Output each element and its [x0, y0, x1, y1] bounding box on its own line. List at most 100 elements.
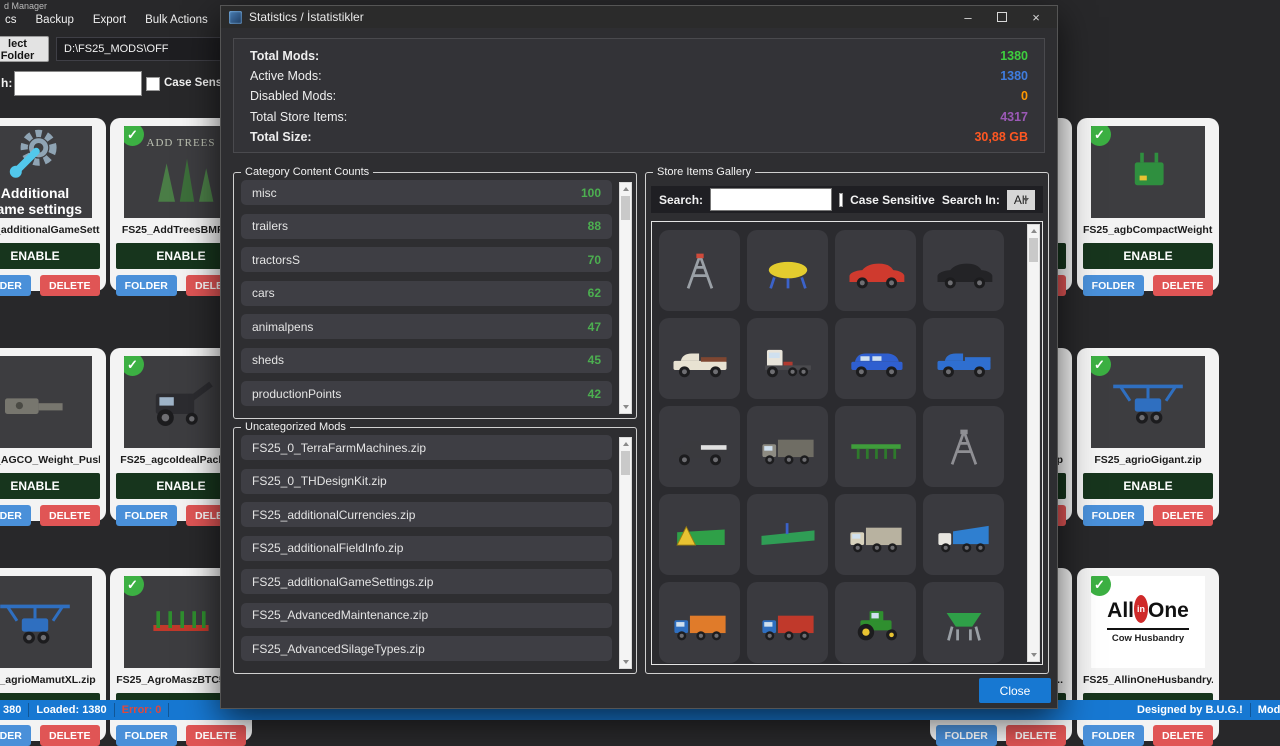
- close-button[interactable]: Close: [979, 678, 1051, 703]
- category-row[interactable]: tractorsS70: [241, 247, 612, 272]
- stat-value: 1380: [1000, 69, 1028, 83]
- delete-button[interactable]: DELETE: [1006, 725, 1067, 746]
- store-item-tile[interactable]: [747, 406, 828, 487]
- folder-button[interactable]: FOLDER: [116, 505, 177, 526]
- enabled-check-icon: ✓: [124, 576, 144, 596]
- folder-button[interactable]: FOLDER: [1083, 275, 1144, 296]
- stat-value: 1380: [1000, 49, 1028, 63]
- scrollbar[interactable]: [1027, 224, 1040, 662]
- menu-item-cs[interactable]: cs: [5, 14, 17, 26]
- uncategorized-mod-row[interactable]: FS25_AdvancedMaintenance.zip: [241, 603, 612, 628]
- category-row[interactable]: sheds45: [241, 348, 612, 373]
- folder-button[interactable]: FOLDER: [1083, 505, 1144, 526]
- category-row[interactable]: trailers88: [241, 214, 612, 239]
- store-item-tile[interactable]: [923, 582, 1004, 663]
- store-item-tile[interactable]: [659, 582, 740, 663]
- menu-item-bulk-actions[interactable]: Bulk Actions: [145, 14, 208, 26]
- store-item-tile[interactable]: [747, 318, 828, 399]
- category-row[interactable]: cars62: [241, 281, 612, 306]
- store-item-tile[interactable]: [659, 318, 740, 399]
- uncategorized-mod-row[interactable]: FS25_additionalFieldInfo.zip: [241, 536, 612, 561]
- uncategorized-mod-row[interactable]: FS25_0_THDesignKit.zip: [241, 469, 612, 494]
- store-item-tile[interactable]: [835, 318, 916, 399]
- mod-card: ✓FS25_agbCompactWeight....ENABLEFOLDERDE…: [1077, 118, 1219, 291]
- store-item-tile[interactable]: [747, 582, 828, 663]
- dialog-icon: [229, 11, 242, 24]
- gallery-search-input[interactable]: [710, 188, 832, 211]
- delete-button[interactable]: DELETE: [1153, 725, 1214, 746]
- store-item-tile[interactable]: [835, 582, 916, 663]
- enable-button[interactable]: ENABLE: [0, 473, 100, 499]
- search-label: h:: [1, 76, 12, 90]
- uncategorized-mod-row[interactable]: FS25_additionalCurrencies.zip: [241, 502, 612, 527]
- status-item: Designed by B.U.G.!: [1137, 704, 1243, 716]
- mods-folder-path[interactable]: D:\FS25_MODS\OFF: [56, 37, 231, 61]
- menu-item-backup[interactable]: Backup: [36, 14, 74, 26]
- uncategorized-mod-row[interactable]: FS25_AdvancedSilageTypes.zip: [241, 636, 612, 661]
- maximize-button[interactable]: [985, 6, 1019, 28]
- store-item-tile[interactable]: [747, 494, 828, 575]
- mod-filename: FS25_0_TerraFarmMachines.zip: [252, 441, 426, 455]
- uncategorized-mod-row[interactable]: FS25_0_TerraFarmMachines.zip: [241, 435, 612, 460]
- mod-filename: FS25_AdvancedSilageTypes.zip: [252, 642, 425, 656]
- scrollbar[interactable]: [619, 437, 632, 669]
- store-item-tile[interactable]: [923, 406, 1004, 487]
- search-in-dropdown[interactable]: All: [1007, 190, 1035, 210]
- delete-button[interactable]: DELETE: [40, 275, 101, 296]
- store-item-tile[interactable]: [835, 406, 916, 487]
- delete-button[interactable]: DELETE: [40, 505, 101, 526]
- folder-button[interactable]: FOLDER: [0, 505, 31, 526]
- category-counts-group: Category Content Counts misc100trailers8…: [233, 166, 637, 419]
- category-row[interactable]: productionPoints42: [241, 381, 612, 406]
- minimize-button[interactable]: –: [951, 6, 985, 28]
- delete-button[interactable]: DELETE: [1153, 505, 1214, 526]
- uncategorized-mod-row[interactable]: FS25_additionalGameSettings.zip: [241, 569, 612, 594]
- category-name: animalpens: [252, 320, 313, 334]
- store-item-tile[interactable]: [923, 494, 1004, 575]
- store-item-tile[interactable]: [659, 406, 740, 487]
- search-input[interactable]: [14, 71, 142, 96]
- folder-button[interactable]: FOLDER: [0, 275, 31, 296]
- delete-button[interactable]: DELETE: [186, 725, 247, 746]
- enable-button[interactable]: ENABLE: [1083, 243, 1213, 269]
- scrollbar[interactable]: [619, 182, 632, 414]
- folder-button[interactable]: FOLDER: [936, 725, 997, 746]
- store-item-tile[interactable]: [835, 230, 916, 311]
- category-row[interactable]: animalpens 47: [241, 314, 612, 339]
- category-row[interactable]: misc100: [241, 180, 612, 205]
- store-item-tile[interactable]: [923, 230, 1004, 311]
- mod-thumbnail: ✓: [0, 576, 92, 668]
- enable-button[interactable]: ENABLE: [0, 243, 100, 269]
- store-items-gallery-title: Store Items Gallery: [653, 166, 755, 178]
- store-item-tile[interactable]: [923, 318, 1004, 399]
- dialog-titlebar[interactable]: Statistics / İstatistikler – ×: [221, 6, 1057, 28]
- enable-button[interactable]: ENABLE: [1083, 473, 1213, 499]
- store-item-tile[interactable]: [747, 230, 828, 311]
- case-sensitive-checkbox[interactable]: [146, 77, 160, 91]
- delete-button[interactable]: DELETE: [1153, 275, 1214, 296]
- menu-item-export[interactable]: Export: [93, 14, 126, 26]
- gallery-case-sensitive-label: Case Sensitive: [850, 193, 935, 207]
- close-window-button[interactable]: ×: [1019, 6, 1053, 28]
- folder-button[interactable]: FOLDER: [116, 275, 177, 296]
- mod-filename: FS25_additionalCurrencies.zip: [252, 508, 415, 522]
- store-item-tile[interactable]: [659, 230, 740, 311]
- uncategorized-mods-group: Uncategorized Mods FS25_0_TerraFarmMachi…: [233, 421, 637, 674]
- gallery-search-in-label: Search In:: [942, 193, 1000, 207]
- thumb-caption: Additionalgame settings: [0, 185, 82, 217]
- category-count: 47: [588, 320, 601, 334]
- folder-button[interactable]: FOLDER: [1083, 725, 1144, 746]
- status-separator: [168, 703, 169, 717]
- store-item-tile[interactable]: [659, 494, 740, 575]
- stat-row: Active Mods:1380: [250, 66, 1028, 86]
- delete-button[interactable]: DELETE: [40, 725, 101, 746]
- store-item-tile[interactable]: [835, 494, 916, 575]
- folder-button[interactable]: FOLDER: [0, 725, 31, 746]
- gallery-case-sensitive-checkbox[interactable]: [839, 193, 843, 207]
- status-separator: [1250, 703, 1251, 717]
- mod-card: ✓FS25_AGCO_Weight_Push...ENABLEFOLDERDEL…: [0, 348, 106, 521]
- select-folder-button[interactable]: lect Folder: [0, 36, 49, 62]
- folder-button[interactable]: FOLDER: [116, 725, 177, 746]
- stat-value: 4317: [1000, 110, 1028, 124]
- app-window-title: d Manager: [4, 1, 47, 11]
